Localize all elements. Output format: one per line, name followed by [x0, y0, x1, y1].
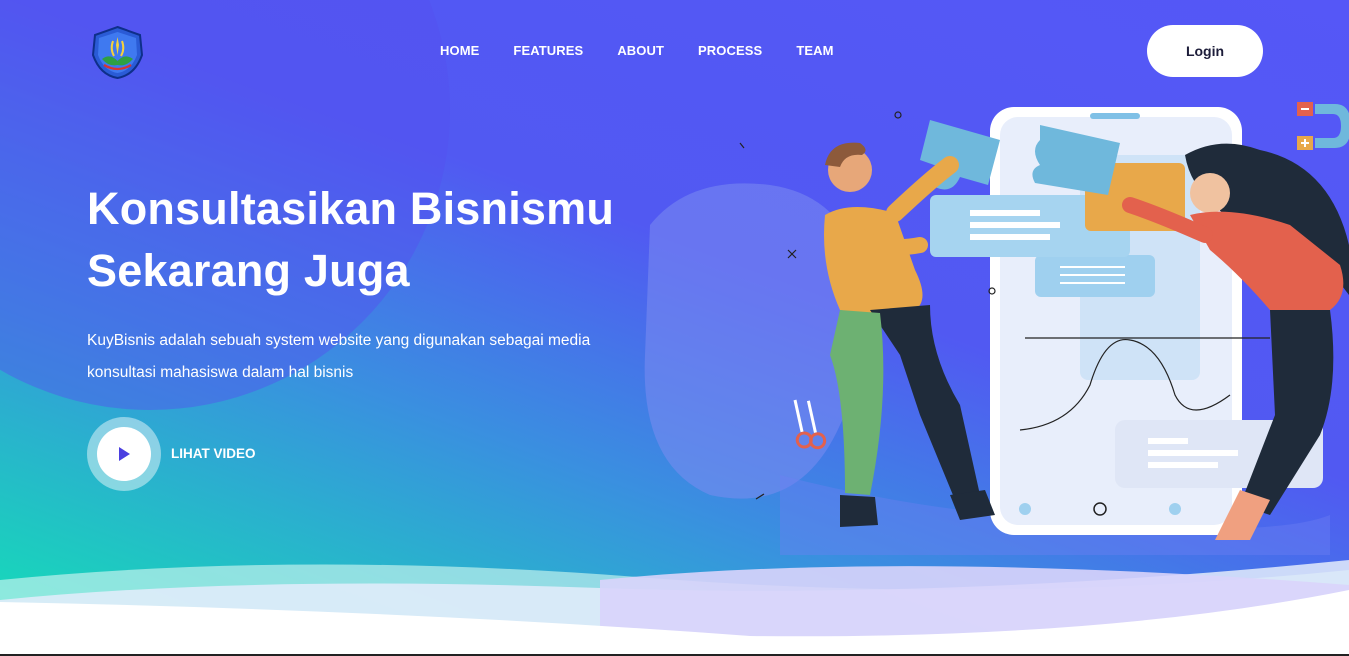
watch-video-link[interactable]: LIHAT VIDEO — [171, 446, 256, 461]
main-nav: HOME FEATURES ABOUT PROCESS TEAM — [440, 43, 868, 58]
login-button[interactable]: Login — [1147, 25, 1263, 77]
hero-title: Konsultasikan Bisnismu Sekarang Juga — [87, 178, 687, 302]
teamwork-puzzle-phone-illustration — [644, 102, 1349, 555]
play-video-button[interactable] — [87, 417, 161, 491]
hero-description: KuyBisnis adalah sebuah system website y… — [87, 332, 591, 381]
play-button-inner — [97, 427, 151, 481]
hero-title-line-1: Konsultasikan Bisnismu — [87, 183, 615, 234]
hero-title-line-2: Sekarang Juga — [87, 245, 410, 296]
nav-item-about[interactable]: ABOUT — [617, 43, 664, 58]
nav-item-process[interactable]: PROCESS — [698, 43, 762, 58]
nav-item-home[interactable]: HOME — [440, 43, 479, 58]
play-icon — [119, 447, 130, 461]
hero-section: HOME FEATURES ABOUT PROCESS TEAM Login K… — [0, 0, 1349, 656]
university-crest-logo[interactable] — [90, 25, 145, 80]
magnet-icon — [1297, 102, 1349, 150]
wave-divider — [0, 560, 1349, 656]
nav-item-features[interactable]: FEATURES — [513, 43, 583, 58]
nav-item-team[interactable]: TEAM — [796, 43, 833, 58]
